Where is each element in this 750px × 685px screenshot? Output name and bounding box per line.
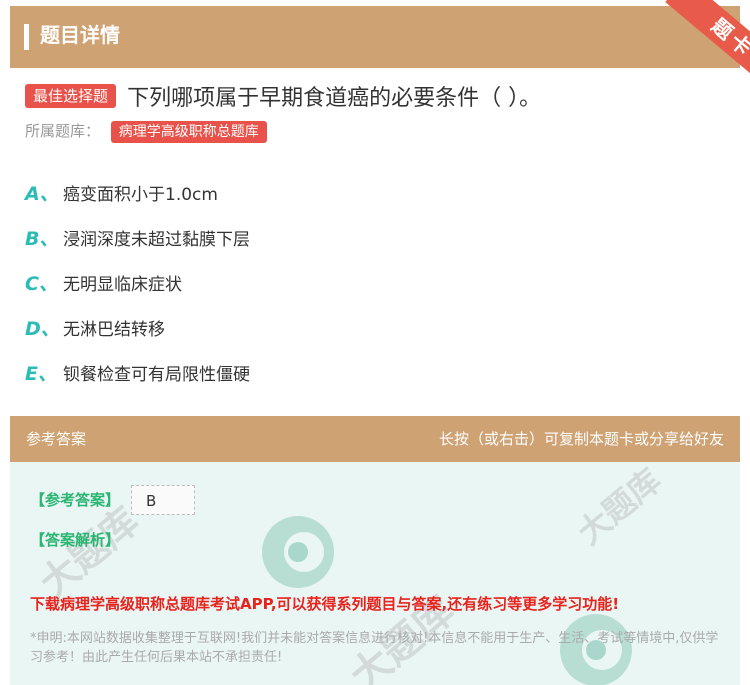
option-letter: E、 — [25, 363, 57, 385]
option-letter: D、 — [25, 318, 60, 340]
header-title: 题目详情 — [40, 23, 120, 47]
option-letter: B、 — [25, 228, 59, 250]
source-badge[interactable]: 病理学高级职称总题库 — [110, 120, 267, 143]
answer-label: 【参考答案】 — [30, 491, 121, 509]
option-c[interactable]: C、 无明显临床症状 — [25, 260, 250, 305]
answer-header-title: 参考答案 — [26, 430, 87, 448]
question-row: 最佳选择题 下列哪项属于早期食道癌的必要条件（ ）。 — [25, 80, 735, 112]
option-text: 癌变面积小于1.0cm — [63, 185, 218, 205]
ribbon-label: 题卡 — [665, 0, 750, 90]
option-a[interactable]: A、 癌变面积小于1.0cm — [25, 170, 250, 215]
option-text: 无明显临床症状 — [63, 275, 182, 295]
question-text: 下列哪项属于早期食道癌的必要条件（ ）。 — [127, 86, 542, 111]
question-source: 所属题库： 病理学高级职称总题库 — [25, 120, 267, 143]
disclaimer-text: *申明:本网站数据收集整理于互联网!我们并未能对答案信息进行核对!本信息不能用于… — [30, 631, 719, 665]
option-text: 无淋巴结转移 — [63, 320, 165, 340]
corner-ribbon: 题卡 — [650, 0, 750, 90]
watermark-logo-icon — [262, 516, 334, 588]
option-text: 钡餐检查可有局限性僵硬 — [63, 365, 250, 385]
option-e[interactable]: E、 钡餐检查可有局限性僵硬 — [25, 350, 250, 395]
answer-header-hint: 长按（或右击）可复制本题卡或分享给好友 — [438, 430, 724, 448]
option-b[interactable]: B、 浸润深度未超过黏膜下层 — [25, 215, 250, 260]
option-d[interactable]: D、 无淋巴结转移 — [25, 305, 250, 350]
option-letter: A、 — [25, 183, 59, 205]
option-letter: C、 — [25, 273, 58, 295]
options-list: A、 癌变面积小于1.0cm B、 浸润深度未超过黏膜下层 C、 无明显临床症状… — [25, 170, 250, 395]
watermark-text: 大题库 — [570, 462, 669, 552]
answer-header: 参考答案 长按（或右击）可复制本题卡或分享给好友 — [10, 416, 740, 462]
source-label: 所属题库： — [25, 122, 101, 140]
answer-body: 大题库 大题库 大题库 【参考答案】 B 【答案解析】 下载病理学高级职称总题库… — [10, 462, 740, 685]
answer-value: B — [131, 485, 195, 515]
question-type-badge: 最佳选择题 — [25, 84, 117, 108]
option-text: 浸润深度未超过黏膜下层 — [63, 230, 250, 250]
analysis-label: 【答案解析】 — [30, 531, 121, 549]
header-accent-bar — [24, 24, 29, 50]
card-header: 题目详情 — [10, 6, 740, 68]
download-app-link[interactable]: 下载病理学高级职称总题库考试APP,可以获得系列题目与答案,还有练习等更多学习功… — [30, 593, 619, 614]
